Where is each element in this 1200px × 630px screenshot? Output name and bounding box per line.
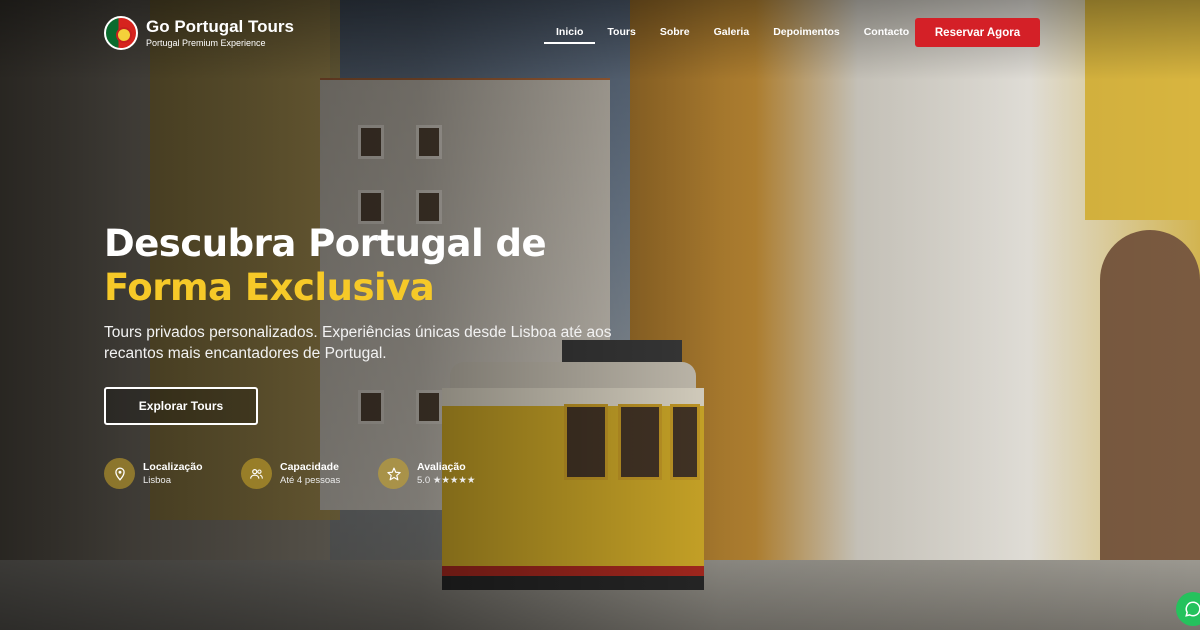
star-icon: [378, 458, 409, 489]
main-nav: Inicio Tours Sobre Galeria Depoimentos C…: [544, 26, 921, 44]
feature-localizacao: Localização Lisboa: [104, 458, 241, 489]
users-icon: [241, 458, 272, 489]
feature-capacidade: Capacidade Até 4 pessoas: [241, 458, 378, 489]
nav-item-galeria[interactable]: Galeria: [702, 26, 762, 44]
brand-name: Go Portugal Tours: [146, 17, 294, 36]
hero-title-line1: Descubra Portugal de: [104, 222, 547, 265]
nav-item-sobre[interactable]: Sobre: [648, 26, 702, 44]
explorar-tours-button[interactable]: Explorar Tours: [104, 387, 258, 425]
feature-label: Avaliação: [417, 460, 466, 473]
nav-item-tours[interactable]: Tours: [595, 26, 647, 44]
nav-item-inicio[interactable]: Inicio: [544, 26, 596, 44]
feature-label: Capacidade: [280, 460, 339, 473]
brand-tagline: Portugal Premium Experience: [146, 38, 266, 48]
hero-title-line2: Forma Exclusiva: [104, 266, 435, 309]
reservar-agora-button[interactable]: Reservar Agora: [915, 18, 1040, 47]
feature-value: Até 4 pessoas: [280, 474, 341, 486]
hero-background-image: [0, 0, 1200, 630]
feature-label: Localização: [143, 460, 203, 473]
hero-subtitle: Tours privados personalizados. Experiênc…: [104, 324, 612, 362]
feature-value: 5.0 ★★★★★: [417, 474, 476, 486]
feature-list: Localização Lisboa Capacidade Até 4 pess…: [104, 458, 515, 489]
feature-avaliacao: Avaliação 5.0 ★★★★★: [378, 458, 515, 489]
portugal-flag-logo: [104, 16, 138, 50]
location-pin-icon: [104, 458, 135, 489]
nav-item-depoimentos[interactable]: Depoimentos: [761, 26, 852, 44]
brand[interactable]: Go Portugal Tours Portugal Premium Exper…: [104, 16, 294, 50]
hero-title: Descubra Portugal de Forma Exclusiva: [104, 222, 547, 310]
feature-value: Lisboa: [143, 474, 171, 486]
nav-item-contacto[interactable]: Contacto: [852, 26, 922, 44]
